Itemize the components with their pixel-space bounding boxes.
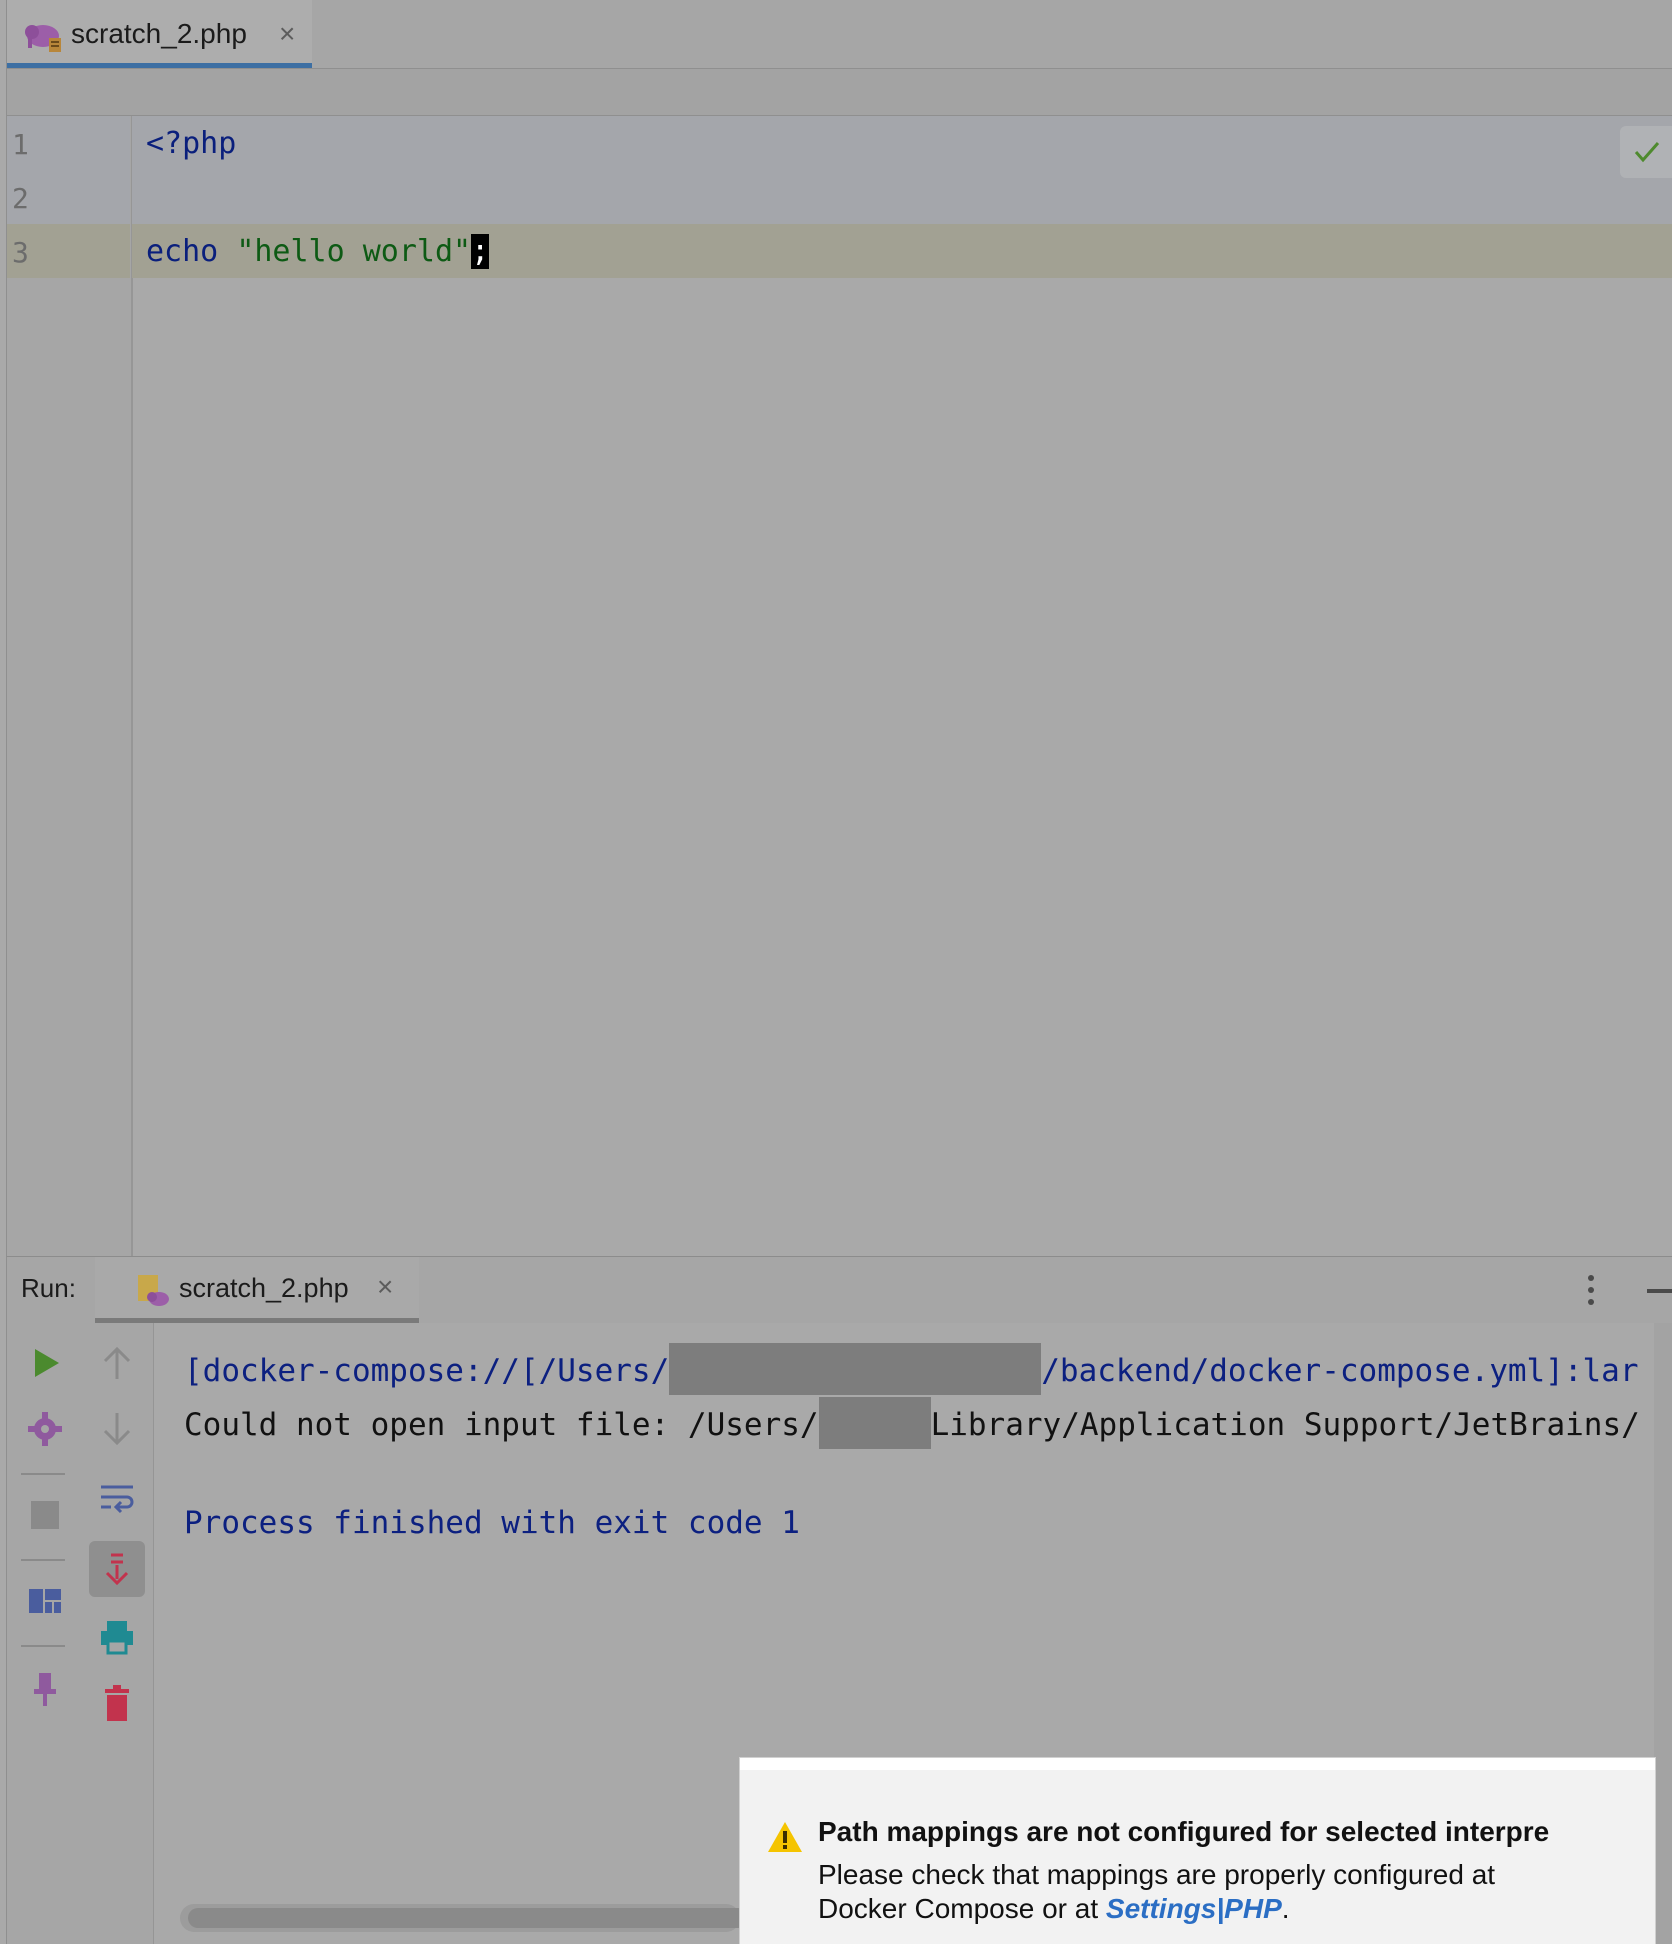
notification-body-suffix: .: [1281, 1893, 1290, 1924]
arrow-up-icon[interactable]: [97, 1343, 137, 1383]
run-toolbar-secondary: [81, 1323, 154, 1944]
code-editor[interactable]: [132, 116, 1672, 1256]
php-block-highlight: [132, 116, 1672, 224]
toolbar-separator: [21, 1559, 65, 1561]
console-text: Library/Application Support/JetBrains/: [930, 1407, 1640, 1443]
notification-balloon[interactable]: Path mappings are not configured for sel…: [740, 1758, 1655, 1944]
php-script-run-icon: [138, 1275, 169, 1306]
redacted-text: [818, 1397, 931, 1449]
console-text: /backend/docker-compose.yml]:lar: [1041, 1353, 1639, 1389]
console-line-command: [docker-compose://[/Users/ /backend/docke…: [184, 1343, 1639, 1395]
settings-gear-icon[interactable]: [25, 1409, 65, 1449]
editor-tab-scratch-2-php[interactable]: scratch_2.php ×: [7, 0, 312, 68]
echo-keyword: echo: [146, 234, 237, 269]
stop-icon[interactable]: [25, 1495, 65, 1535]
editor-tab-label: scratch_2.php: [71, 18, 247, 49]
print-icon[interactable]: [97, 1617, 137, 1657]
toolbar-separator: [21, 1473, 65, 1475]
notification-body-line: Please check that mappings are properly …: [818, 1859, 1496, 1890]
console-line-exit: Process finished with exit code 1: [184, 1505, 800, 1541]
more-options-icon[interactable]: [1581, 1273, 1601, 1307]
line-number-gutter: [6, 116, 133, 1256]
run-tab-scratch-2-php[interactable]: scratch_2.php ×: [95, 1257, 419, 1323]
code-line-3: echo "hello world";: [146, 234, 490, 269]
text-caret: ;: [471, 234, 490, 269]
notification-body: Please check that mappings are properly …: [818, 1858, 1638, 1926]
trash-icon[interactable]: [97, 1683, 137, 1723]
run-tab-label: scratch_2.php: [179, 1273, 349, 1303]
rerun-icon[interactable]: [25, 1343, 65, 1383]
close-tab-icon[interactable]: ×: [279, 18, 295, 50]
notification-title: Path mappings are not configured for sel…: [818, 1816, 1550, 1847]
console-text: Could not open input file: /Users/: [184, 1407, 819, 1443]
editor-toolstrip: [6, 69, 1672, 116]
close-run-tab-icon[interactable]: ×: [377, 1271, 393, 1303]
string-literal: "hello world": [236, 234, 472, 269]
editor-tab-bar: scratch_2.php ×: [6, 0, 1672, 69]
console-horizontal-scrollbar-thumb[interactable]: [188, 1908, 748, 1928]
php-elephant-icon: [25, 25, 61, 52]
code-line-1: <?php: [146, 126, 237, 161]
console-vertical-scrollbar[interactable]: [1654, 1323, 1672, 1944]
inspection-status[interactable]: [1620, 126, 1672, 178]
warning-icon: [768, 1822, 802, 1852]
settings-php-link[interactable]: Settings|PHP: [1106, 1893, 1282, 1924]
minimize-icon[interactable]: [1647, 1289, 1672, 1293]
console-text: [docker-compose://[/Users/: [184, 1353, 670, 1389]
check-icon: [1634, 142, 1660, 163]
notification-body-line: Docker Compose or at: [818, 1893, 1106, 1924]
soft-wrap-icon[interactable]: [97, 1477, 137, 1517]
run-label: Run:: [21, 1273, 76, 1303]
scroll-to-end-button[interactable]: [89, 1541, 145, 1597]
line-number: 1: [12, 128, 29, 161]
line-number: 2: [12, 182, 29, 215]
scroll-to-end-icon: [105, 1553, 129, 1586]
toolbar-separator: [21, 1645, 65, 1647]
arrow-down-icon[interactable]: [97, 1409, 137, 1449]
layout-icon[interactable]: [25, 1581, 65, 1621]
console-line-error: Could not open input file: /Users/Librar…: [184, 1397, 1640, 1449]
pin-icon[interactable]: [25, 1669, 65, 1709]
run-tool-window-header: Run: scratch_2.php ×: [6, 1256, 1672, 1324]
run-toolbar-primary: [6, 1323, 82, 1944]
line-number: 3: [12, 236, 29, 269]
redacted-text: [669, 1343, 1042, 1395]
